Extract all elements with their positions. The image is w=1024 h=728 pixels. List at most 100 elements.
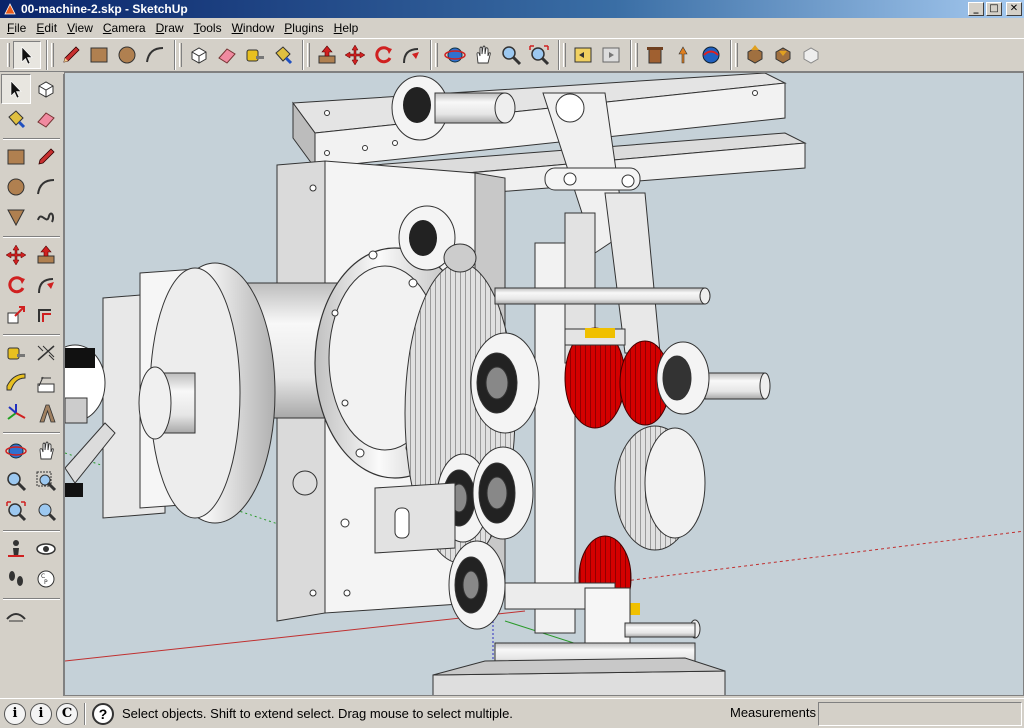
look-around-tool-button[interactable] — [31, 534, 61, 564]
zoom-tool-button[interactable] — [1, 466, 31, 496]
make-component-tool-button[interactable] — [185, 41, 213, 69]
left-toolbar-row — [0, 104, 63, 134]
menu-camera[interactable]: Camera — [98, 18, 151, 38]
menu-edit[interactable]: Edit — [31, 18, 62, 38]
polygon-tool-button[interactable] — [1, 202, 31, 232]
move-tool-button[interactable] — [1, 240, 31, 270]
line-tool-button[interactable] — [31, 142, 61, 172]
pencil-tool-button[interactable] — [57, 41, 85, 69]
geo-location-status-icon[interactable]: i — [4, 702, 26, 725]
title-bar[interactable]: 00-machine-2.skp - SketchUp _ □ ✕ — [0, 0, 1024, 18]
pan-tool-button[interactable] — [469, 41, 497, 69]
follow-me-tool-button[interactable] — [397, 41, 425, 69]
menu-bar: File Edit View Camera Draw Tools Window Plugins… — [0, 18, 1024, 38]
push-pull-tool-button[interactable] — [313, 41, 341, 69]
orbit-tool-button[interactable] — [441, 41, 469, 69]
menu-draw[interactable]: Draw — [151, 18, 189, 38]
close-button[interactable]: ✕ — [1006, 2, 1022, 16]
left-toolbar-row — [0, 240, 63, 270]
follow-me-tool-button[interactable] — [31, 270, 61, 300]
dimension-tool-button[interactable] — [31, 338, 61, 368]
toggle-terrain-tool-button[interactable] — [669, 41, 697, 69]
rotate-tool-button[interactable] — [369, 41, 397, 69]
make-component-tool-button[interactable] — [31, 74, 61, 104]
toolbar-grip[interactable] — [635, 43, 638, 67]
zoom-window-tool-button[interactable] — [31, 466, 61, 496]
toolbar-group — [4, 40, 44, 70]
model-viewport[interactable] — [64, 72, 1024, 696]
previous-view-tool-button[interactable] — [569, 41, 597, 69]
position-camera-tool-button[interactable] — [1, 534, 31, 564]
menu-view[interactable]: View — [62, 18, 98, 38]
left-toolbar-row — [0, 338, 63, 368]
eraser-icon — [37, 112, 55, 128]
tape-measure-icon — [246, 49, 264, 62]
zoom-extents-tool-button[interactable] — [1, 496, 31, 526]
measurements-input[interactable] — [818, 702, 1022, 726]
next-view-tool-button[interactable] — [597, 41, 625, 69]
tape-measure-tool-button[interactable] — [241, 41, 269, 69]
zoom-tool-button[interactable] — [497, 41, 525, 69]
axes-tool-button[interactable] — [1, 398, 31, 428]
get-models-tool-button[interactable] — [697, 41, 725, 69]
share-component-tool-button[interactable] — [797, 41, 825, 69]
maximize-button[interactable]: □ — [986, 2, 1002, 16]
toolbar-grip[interactable] — [179, 43, 182, 67]
menu-plugins[interactable]: Plugins — [279, 18, 328, 38]
status-message: Select objects. Shift to extend select. … — [122, 706, 513, 721]
help-icon[interactable]: ? — [92, 702, 114, 725]
rectangle-tool-button[interactable] — [85, 41, 113, 69]
sandbox-tool-button[interactable] — [1, 602, 31, 632]
offset-tool-button[interactable] — [31, 300, 61, 330]
previous-tool-button[interactable] — [31, 496, 61, 526]
orbit-tool-button[interactable] — [1, 436, 31, 466]
eraser-tool-button[interactable] — [31, 104, 61, 134]
get-components-tool-button[interactable] — [769, 41, 797, 69]
freehand-tool-button[interactable] — [31, 202, 61, 232]
get-components-icon — [775, 47, 791, 64]
move-tool-button[interactable] — [341, 41, 369, 69]
menu-window[interactable]: Window — [227, 18, 280, 38]
toolbar-separator — [3, 330, 60, 335]
toolbar-grip[interactable] — [51, 43, 54, 67]
3d-text-tool-button[interactable] — [31, 398, 61, 428]
left-toolbar-row — [0, 270, 63, 300]
toolbar-grip[interactable] — [735, 43, 738, 67]
menu-file[interactable]: File — [2, 18, 31, 38]
toolbar-grip[interactable] — [435, 43, 438, 67]
menu-label: dit — [44, 21, 58, 35]
select-tool-button[interactable] — [13, 41, 41, 69]
rectangle-tool-button[interactable] — [1, 142, 31, 172]
minimize-button[interactable]: _ — [968, 2, 984, 16]
circle-tool-button[interactable] — [113, 41, 141, 69]
pan-tool-button[interactable] — [31, 436, 61, 466]
arc-tool-button[interactable] — [31, 172, 61, 202]
rotate-tool-button[interactable] — [1, 270, 31, 300]
toolbar-grip[interactable] — [563, 43, 566, 67]
protractor-tool-button[interactable] — [1, 368, 31, 398]
toolbar-group — [731, 40, 828, 70]
toolbar-separator — [3, 134, 60, 139]
arc-tool-button[interactable] — [141, 41, 169, 69]
select-tool-button[interactable] — [1, 74, 31, 104]
paint-bucket-tool-button[interactable] — [269, 41, 297, 69]
text-tool-button[interactable] — [31, 368, 61, 398]
user-status-icon[interactable]: C — [56, 702, 78, 725]
circle-tool-button[interactable] — [1, 172, 31, 202]
eraser-tool-button[interactable] — [213, 41, 241, 69]
walk-tool-button[interactable] — [1, 564, 31, 594]
tape-measure-tool-button[interactable] — [1, 338, 31, 368]
section-plane-tool-button[interactable]: CP — [31, 564, 61, 594]
menu-help[interactable]: Help — [329, 18, 364, 38]
toolbar-grip[interactable] — [7, 43, 10, 67]
zoom-extents-tool-button[interactable] — [525, 41, 553, 69]
add-location-tool-button[interactable] — [641, 41, 669, 69]
push-pull-tool-button[interactable] — [31, 240, 61, 270]
scale-tool-button[interactable] — [1, 300, 31, 330]
share-model-tool-button[interactable] — [741, 41, 769, 69]
menu-tools[interactable]: Tools — [189, 18, 227, 38]
push-pull-icon — [318, 45, 336, 64]
toolbar-grip[interactable] — [307, 43, 310, 67]
credits-status-icon[interactable]: i — [30, 702, 52, 725]
paint-bucket-tool-button[interactable] — [1, 104, 31, 134]
